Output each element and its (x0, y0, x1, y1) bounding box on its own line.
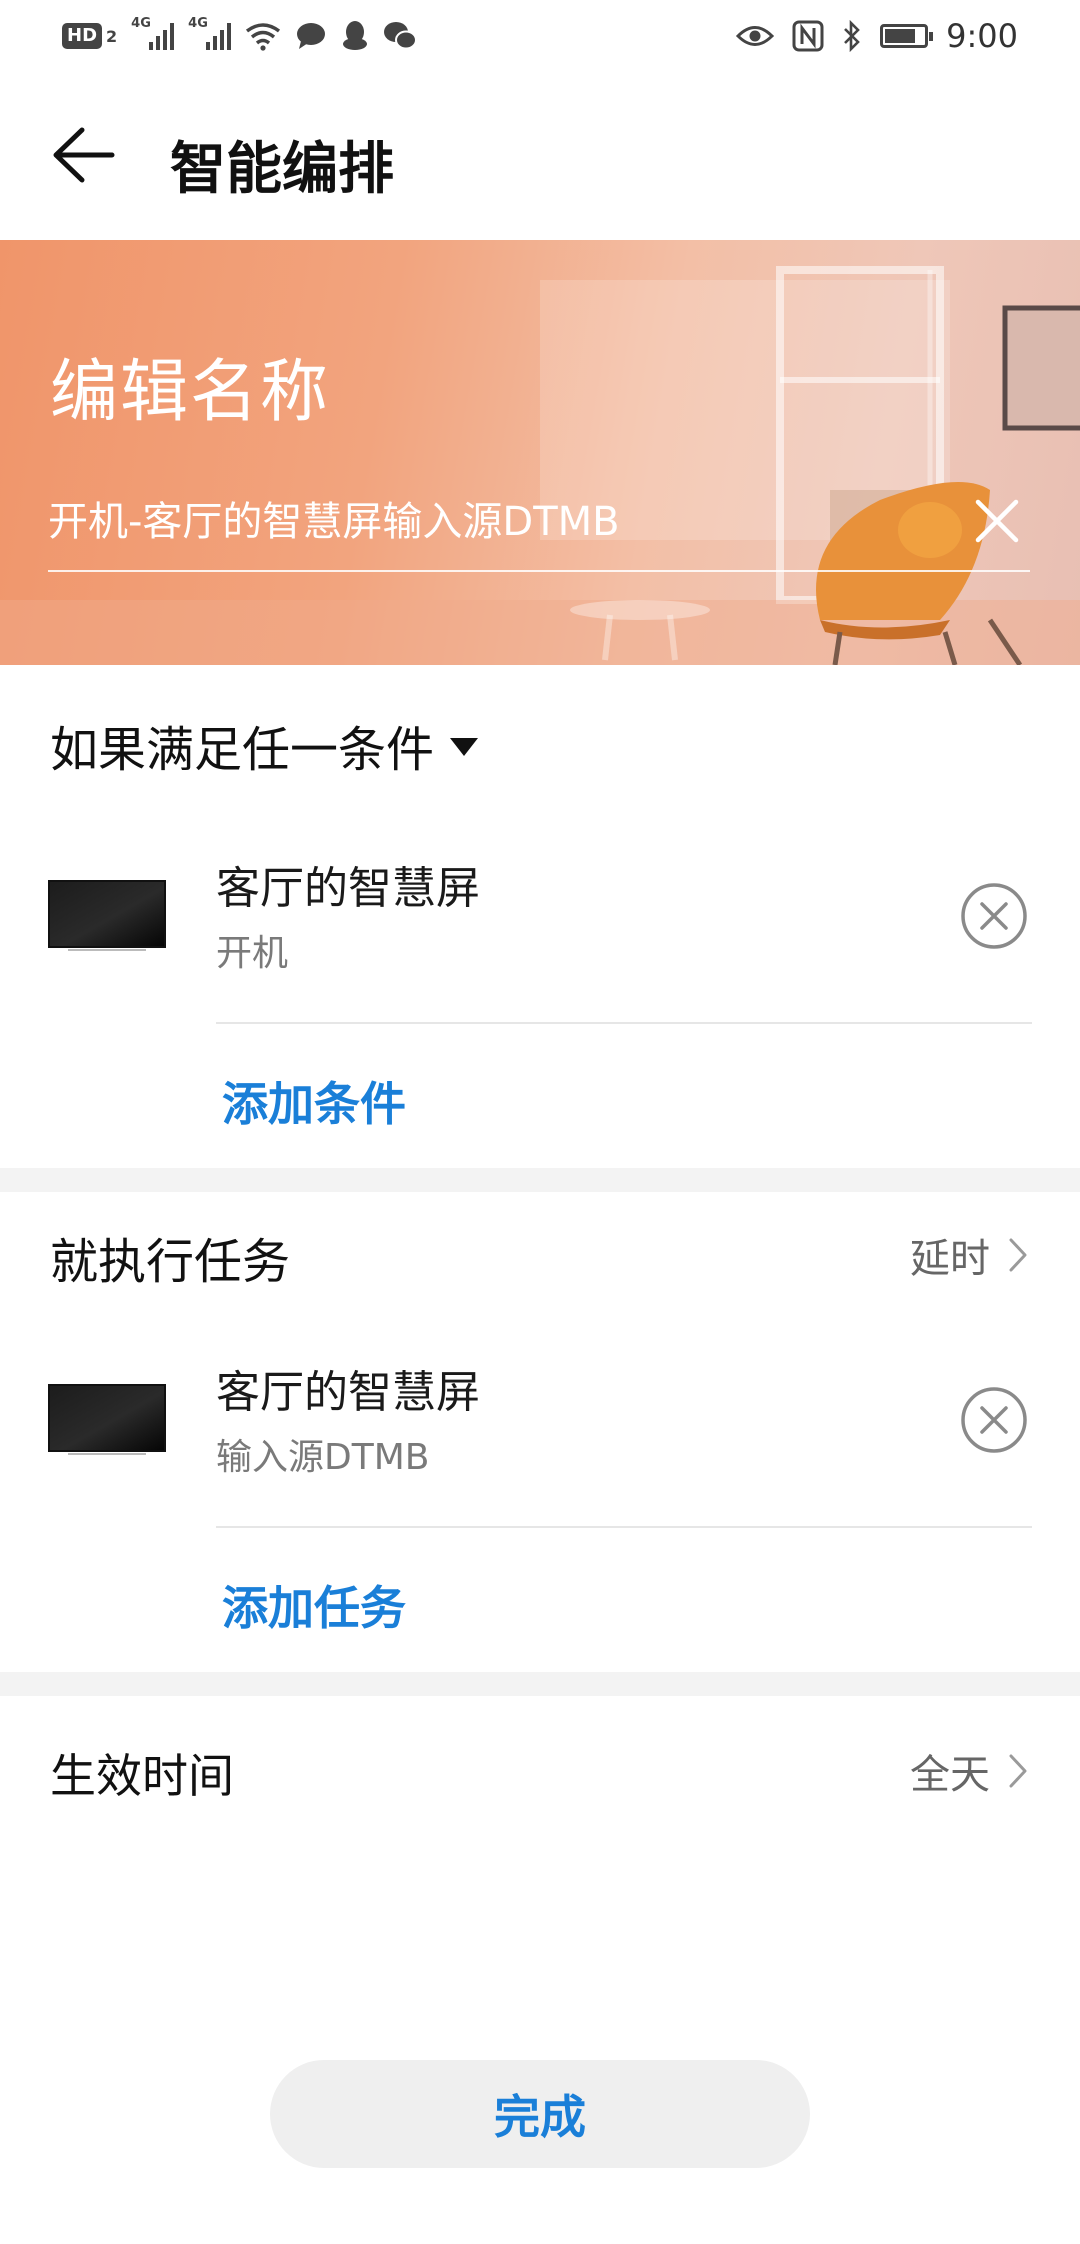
chevron-right-icon (1009, 1238, 1027, 1272)
status-bar: HD 2 4G 4G 9:00 (0, 0, 1080, 72)
arrow-left-icon (53, 127, 115, 183)
remove-circle-icon (961, 883, 1027, 949)
eye-comfort-icon (736, 26, 775, 46)
signal-label-2: 4G (188, 16, 208, 31)
delay-button[interactable]: 延时 (910, 1226, 1028, 1284)
status-left-icons: HD 2 4G 4G (62, 16, 418, 56)
hd-sub-label: 2 (106, 26, 118, 46)
name-input-underline (48, 570, 1030, 572)
hd-voice-icon: HD (62, 23, 103, 49)
section-separator (0, 1168, 1080, 1192)
clear-name-button[interactable] (966, 490, 1028, 552)
task-device-name: 客厅的智慧屏 (216, 1367, 480, 1418)
section-separator (0, 1672, 1080, 1696)
nfc-icon (792, 20, 824, 52)
conditions-title-label: 如果满足任一条件 (50, 722, 435, 778)
task-divider (216, 1526, 1032, 1528)
effective-time-label: 生效时间 (50, 1749, 234, 1803)
effective-time-row[interactable]: 生效时间 全天 (0, 1696, 1080, 1840)
battery-icon (880, 24, 934, 48)
banner-title: 编辑名称 (50, 353, 331, 432)
done-button[interactable]: 完成 (270, 2060, 810, 2168)
effective-time-value: 全天 (910, 1752, 990, 1798)
condition-divider (216, 1022, 1032, 1024)
qq-icon (343, 21, 368, 50)
signal-icon-1: 4G (131, 16, 175, 50)
remove-condition-button[interactable] (960, 882, 1028, 950)
tv-icon (48, 880, 166, 951)
name-input[interactable] (48, 490, 968, 546)
edit-name-banner: 编辑名称 (0, 240, 1080, 665)
bluetooth-icon (844, 20, 860, 52)
page-title: 智能编排 (170, 137, 394, 202)
add-condition-link[interactable]: 添加条件 (222, 1068, 406, 1134)
wifi-icon (246, 23, 281, 51)
add-task-link[interactable]: 添加任务 (222, 1572, 406, 1638)
effective-time-value-group: 全天 (910, 1742, 1028, 1800)
close-icon (975, 499, 1019, 543)
delay-label: 延时 (910, 1236, 990, 1282)
remove-circle-icon (961, 1387, 1027, 1453)
back-button[interactable] (48, 118, 122, 192)
condition-device-name: 客厅的智慧屏 (216, 863, 480, 914)
task-device-state: 输入源DTMB (216, 1437, 430, 1478)
condition-device-state: 开机 (216, 933, 289, 974)
chevron-right-icon (1009, 1754, 1027, 1788)
conditions-title[interactable]: 如果满足任一条件 (50, 710, 479, 780)
signal-icon-2: 4G (188, 16, 232, 50)
message-icon (297, 23, 326, 49)
signal-label-1: 4G (131, 16, 151, 31)
caret-down-icon (450, 738, 479, 756)
living-room-illustration (0, 266, 1080, 665)
wechat-icon (384, 22, 418, 50)
tasks-title: 就执行任务 (50, 1234, 291, 1290)
remove-task-button[interactable] (960, 1386, 1028, 1454)
status-time: 9:00 (946, 17, 1018, 55)
tv-icon (48, 1384, 166, 1455)
status-right-icons: 9:00 (736, 16, 1018, 56)
